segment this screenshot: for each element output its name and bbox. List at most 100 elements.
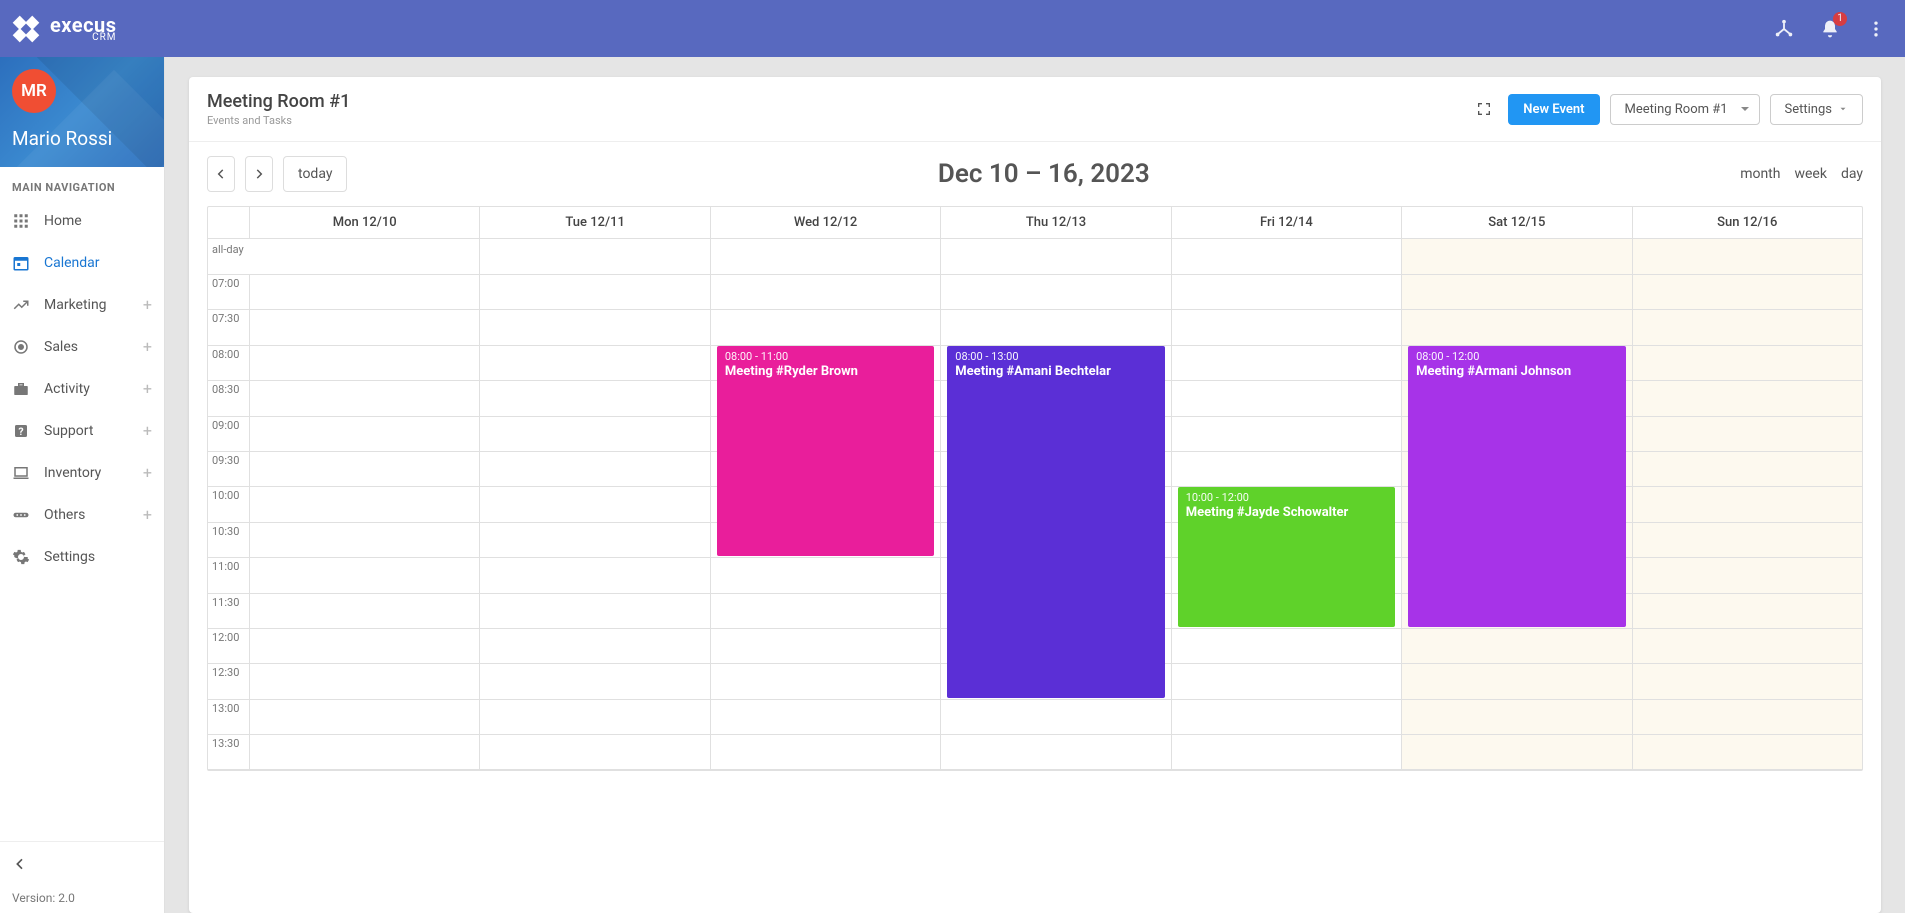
calendar-event[interactable]: 08:00 - 13:00Meeting #Amani Bechtelar (947, 346, 1164, 698)
calendar-event[interactable]: 10:00 - 12:00Meeting #Jayde Schowalter (1178, 487, 1395, 627)
plus-icon[interactable]: + (143, 507, 152, 523)
time-label: 11:30 (208, 594, 250, 629)
notifications-icon[interactable]: 1 (1819, 18, 1841, 40)
allday-cell[interactable] (1172, 239, 1402, 274)
allday-cell[interactable] (1633, 239, 1862, 274)
nav-label: Others (44, 507, 85, 523)
time-label: 08:30 (208, 381, 250, 416)
day-column[interactable]: 08:00 - 12:00Meeting #Armani Johnson (1402, 275, 1632, 770)
dots-icon (12, 506, 30, 524)
time-label: 08:00 (208, 346, 250, 381)
new-event-button[interactable]: New Event (1508, 94, 1599, 125)
time-label: 09:00 (208, 417, 250, 452)
event-title: Meeting #Jayde Schowalter (1186, 505, 1387, 520)
version-label: Version: 2.0 (12, 891, 152, 905)
view-month[interactable]: month (1740, 166, 1780, 182)
day-column[interactable]: 08:00 - 11:00Meeting #Ryder Brown (711, 275, 941, 770)
day-column[interactable]: 08:00 - 13:00Meeting #Amani Bechtelar (941, 275, 1171, 770)
topbar: execus CRM 1 (0, 0, 1905, 57)
allday-cell[interactable] (941, 239, 1171, 274)
nav-others[interactable]: Others + (0, 494, 164, 536)
nav-inventory[interactable]: Inventory + (0, 452, 164, 494)
plus-icon[interactable]: + (143, 465, 152, 481)
logo[interactable]: execus CRM (10, 13, 116, 45)
collapse-sidebar-icon[interactable] (12, 850, 28, 883)
new-event-label: New Event (1523, 102, 1584, 117)
time-label: 10:00 (208, 487, 250, 522)
allday-cell[interactable] (1402, 239, 1632, 274)
calendar-event[interactable]: 08:00 - 11:00Meeting #Ryder Brown (717, 346, 934, 556)
time-label: 13:00 (208, 700, 250, 735)
nav-home[interactable]: Home (0, 200, 164, 242)
time-label: 07:00 (208, 275, 250, 310)
event-title: Meeting #Armani Johnson (1416, 364, 1617, 379)
nav-sales[interactable]: Sales + (0, 326, 164, 368)
nav-label: Home (44, 213, 82, 229)
panel-header: Meeting Room #1 Events and Tasks New Eve… (189, 77, 1881, 142)
nav-marketing[interactable]: Marketing + (0, 284, 164, 326)
avatar[interactable]: MR (12, 69, 56, 113)
calendar-event[interactable]: 08:00 - 12:00Meeting #Armani Johnson (1408, 346, 1625, 627)
logo-icon (10, 13, 42, 45)
day-header[interactable]: Sat 12/15 (1402, 207, 1632, 238)
view-day[interactable]: day (1841, 166, 1863, 182)
time-label: 10:30 (208, 523, 250, 558)
day-header[interactable]: Mon 12/10 (250, 207, 480, 238)
day-column[interactable] (250, 275, 480, 770)
allday-cell[interactable] (480, 239, 710, 274)
page-subtitle: Events and Tasks (207, 114, 350, 127)
time-label: 11:00 (208, 558, 250, 593)
svg-text:?: ? (18, 425, 23, 438)
allday-cell[interactable] (250, 239, 480, 274)
nav-label: Marketing (44, 297, 107, 313)
plus-icon[interactable]: + (143, 423, 152, 439)
time-label: 07:30 (208, 310, 250, 345)
nav-settings[interactable]: Settings (0, 536, 164, 578)
next-button[interactable] (245, 156, 273, 192)
settings-button[interactable]: Settings (1770, 94, 1863, 125)
plus-icon[interactable]: + (143, 339, 152, 355)
settings-label: Settings (1785, 102, 1832, 117)
today-label: today (298, 166, 332, 182)
plus-icon[interactable]: + (143, 297, 152, 313)
time-label: 12:00 (208, 629, 250, 664)
view-week[interactable]: week (1794, 166, 1826, 182)
calendar-head: Mon 12/10Tue 12/11Wed 12/12Thu 12/13Fri … (208, 207, 1862, 239)
fullscreen-icon[interactable] (1470, 95, 1498, 123)
nav-label: Activity (44, 381, 90, 397)
chevron-down-icon (1838, 104, 1848, 114)
nav-calendar[interactable]: Calendar (0, 242, 164, 284)
plus-icon[interactable]: + (143, 381, 152, 397)
day-header[interactable]: Wed 12/12 (711, 207, 941, 238)
nav-label: Inventory (44, 465, 101, 481)
calendar-icon (12, 254, 30, 272)
allday-row: all-day (208, 239, 1862, 275)
day-column[interactable] (480, 275, 710, 770)
calendar-scroll[interactable]: Mon 12/10Tue 12/11Wed 12/12Thu 12/13Fri … (189, 206, 1881, 913)
allday-cell[interactable] (711, 239, 941, 274)
day-header[interactable]: Thu 12/13 (941, 207, 1171, 238)
nav-activity[interactable]: Activity + (0, 368, 164, 410)
main: Meeting Room #1 Events and Tasks New Eve… (165, 57, 1905, 913)
nav-label: Settings (44, 549, 95, 565)
briefcase-icon (12, 380, 30, 398)
more-icon[interactable] (1865, 18, 1887, 40)
allday-label: all-day (208, 239, 250, 274)
nav-support[interactable]: ? Support + (0, 410, 164, 452)
day-column[interactable] (1633, 275, 1862, 770)
page-title: Meeting Room #1 (207, 91, 350, 112)
prev-button[interactable] (207, 156, 235, 192)
grid-icon (12, 212, 30, 230)
event-title: Meeting #Amani Bechtelar (955, 364, 1156, 379)
day-header[interactable]: Tue 12/11 (480, 207, 710, 238)
event-time: 08:00 - 13:00 (955, 350, 1156, 363)
room-selector[interactable]: Meeting Room #1 (1610, 94, 1760, 125)
hub-icon[interactable] (1773, 18, 1795, 40)
target-icon (12, 338, 30, 356)
gear-icon (12, 548, 30, 566)
brand-suffix: CRM (50, 33, 116, 43)
day-column[interactable]: 10:00 - 12:00Meeting #Jayde Schowalter (1172, 275, 1402, 770)
today-button[interactable]: today (283, 156, 347, 192)
day-header[interactable]: Fri 12/14 (1172, 207, 1402, 238)
day-header[interactable]: Sun 12/16 (1633, 207, 1862, 238)
